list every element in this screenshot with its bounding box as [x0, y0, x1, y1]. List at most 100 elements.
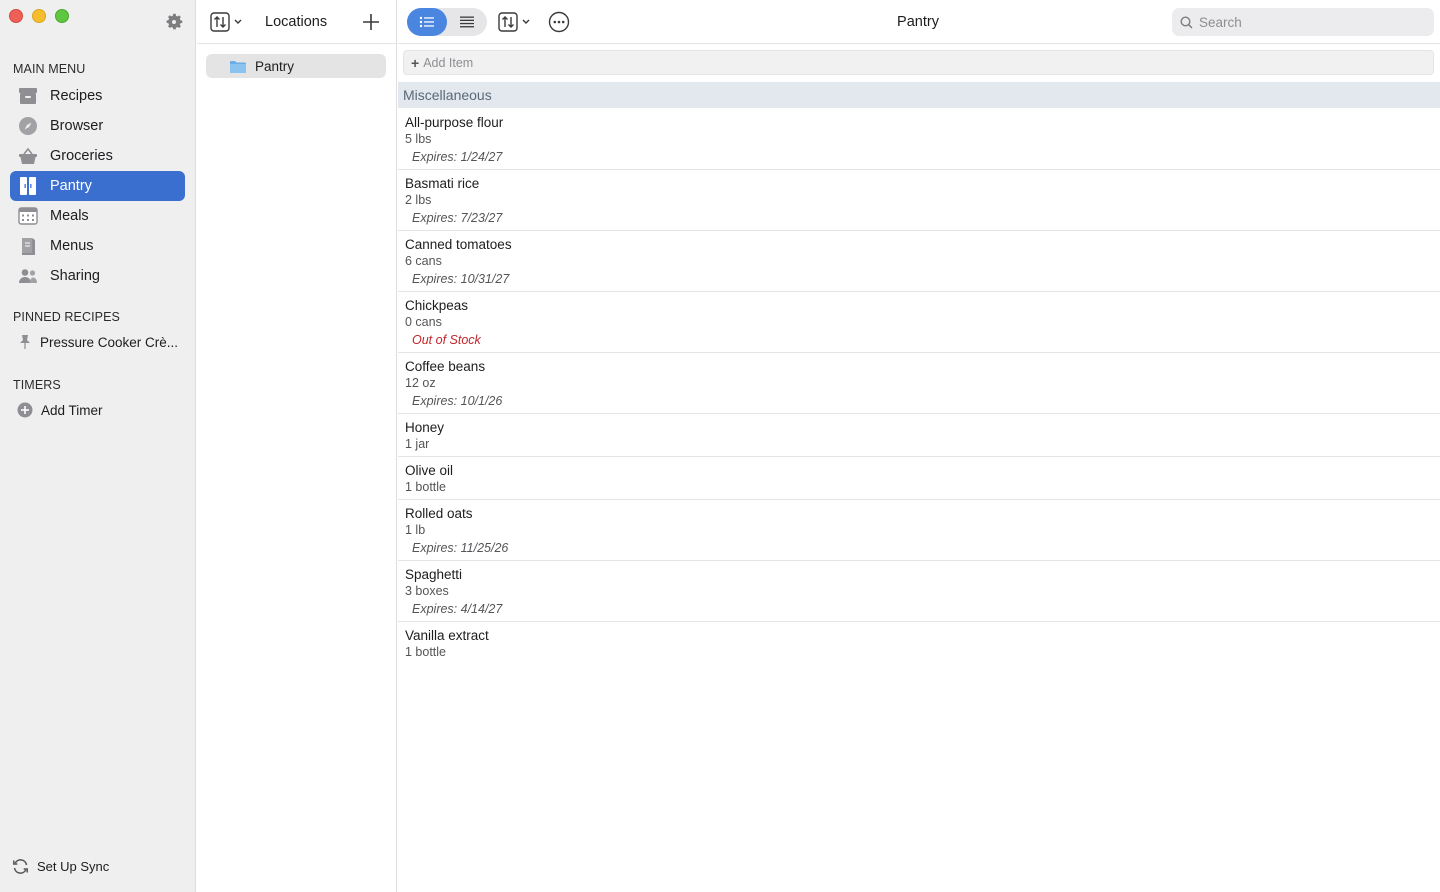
- toolbar: Pantry: [398, 0, 1440, 44]
- sync-icon: [12, 858, 29, 875]
- timers-heading: TIMERS: [13, 378, 61, 392]
- basket-icon: [18, 146, 38, 166]
- main-menu-heading: MAIN MENU: [13, 62, 86, 76]
- add-item-field[interactable]: + Add Item: [403, 50, 1434, 75]
- chevron-down-icon: [234, 19, 242, 25]
- item-quantity: 1 lb: [405, 523, 426, 537]
- item-name: Basmati rice: [405, 176, 480, 191]
- sidebar-item-label: Pantry: [50, 178, 92, 194]
- pinned-recipe-item[interactable]: Pressure Cooker Crè...: [10, 330, 185, 354]
- more-options-icon[interactable]: [548, 11, 570, 33]
- add-timer-label: Add Timer: [41, 402, 103, 418]
- item-quantity: 2 lbs: [405, 193, 432, 207]
- folder-icon: [230, 60, 246, 73]
- locations-sort-button[interactable]: [210, 12, 242, 32]
- compass-icon: [18, 116, 38, 136]
- gear-icon[interactable]: [163, 11, 185, 33]
- item-expiration: Expires: 10/31/27: [412, 272, 510, 286]
- minimize-window-button[interactable]: [32, 9, 46, 23]
- sidebar-item-meals[interactable]: Meals: [10, 201, 185, 231]
- compact-list-view-button[interactable]: [447, 8, 487, 36]
- item-quantity: 12 oz: [405, 376, 436, 390]
- search-field[interactable]: [1172, 8, 1434, 36]
- sidebar-item-label: Browser: [50, 118, 104, 134]
- set-up-sync-button[interactable]: Set Up Sync: [12, 858, 109, 875]
- close-window-button[interactable]: [9, 9, 23, 23]
- item-name: Vanilla extract: [405, 628, 489, 643]
- item-quantity: 1 bottle: [405, 480, 447, 494]
- item-quantity: 1 jar: [405, 437, 430, 451]
- sync-label: Set Up Sync: [37, 859, 110, 874]
- location-item-pantry[interactable]: Pantry: [206, 54, 386, 78]
- item-name: Spaghetti: [405, 567, 463, 582]
- item-quantity: 0 cans: [405, 315, 442, 329]
- pantry-item-row[interactable]: Canned tomatoes 6 cans Expires: 10/31/27: [398, 231, 1440, 292]
- location-label: Pantry: [255, 58, 295, 74]
- calendar-icon: [18, 206, 38, 226]
- plus-circle-icon: [17, 402, 33, 418]
- sidebar: MAIN MENU Recipes Browser Groceries Pant…: [0, 0, 196, 892]
- view-mode-segmented-control: [407, 8, 487, 36]
- sidebar-item-groceries[interactable]: Groceries: [10, 141, 185, 171]
- pinned-recipe-label: Pressure Cooker Crè...: [40, 334, 179, 350]
- sort-icon: [498, 12, 518, 32]
- sidebar-item-label: Meals: [50, 208, 89, 224]
- sidebar-item-label: Sharing: [50, 268, 100, 284]
- pantry-cabinet-icon: [18, 176, 38, 196]
- section-header: Miscellaneous: [398, 82, 1440, 108]
- sidebar-item-pantry[interactable]: Pantry: [10, 171, 185, 201]
- items-sort-button[interactable]: [498, 12, 530, 32]
- chevron-down-icon: [522, 19, 530, 25]
- pantry-item-row[interactable]: Rolled oats 1 lb Expires: 11/25/26: [398, 500, 1440, 561]
- item-quantity: 3 boxes: [405, 584, 449, 598]
- section-title: Miscellaneous: [403, 87, 492, 103]
- item-name: Rolled oats: [405, 506, 473, 521]
- item-quantity: 6 cans: [405, 254, 442, 268]
- people-icon: [18, 266, 38, 286]
- item-quantity: 1 bottle: [405, 645, 447, 659]
- pantry-item-row[interactable]: Olive oil 1 bottle: [398, 457, 1440, 500]
- pantry-item-row[interactable]: Chickpeas 0 cans Out of Stock: [398, 292, 1440, 353]
- sidebar-item-label: Menus: [50, 238, 94, 254]
- detailed-list-view-button[interactable]: [407, 8, 447, 36]
- item-expiration: Expires: 11/25/26: [412, 541, 509, 555]
- item-expiration: Expires: 10/1/26: [412, 394, 503, 408]
- item-expiration: Expires: 4/14/27: [412, 602, 503, 616]
- list-lines-icon: [460, 16, 474, 28]
- add-location-icon[interactable]: [361, 12, 381, 32]
- sidebar-item-menus[interactable]: Menus: [10, 231, 185, 261]
- pantry-item-row[interactable]: Basmati rice 2 lbs Expires: 7/23/27: [398, 170, 1440, 231]
- sort-icon: [210, 12, 230, 32]
- locations-header: Locations: [197, 0, 397, 44]
- locations-title: Locations: [265, 14, 328, 30]
- sidebar-item-recipes[interactable]: Recipes: [10, 81, 185, 111]
- item-name: All-purpose flour: [405, 115, 504, 130]
- item-name: Olive oil: [405, 463, 454, 478]
- pantry-item-row[interactable]: Honey 1 jar: [398, 414, 1440, 457]
- menu-book-icon: [18, 236, 38, 256]
- item-expiration: Expires: 7/23/27: [412, 211, 503, 225]
- item-name: Honey: [405, 420, 445, 435]
- recipes-box-icon: [18, 86, 38, 106]
- list-bullet-icon: [419, 16, 435, 28]
- page-title: Pantry: [897, 14, 939, 30]
- item-expiration: Expires: 1/24/27: [412, 150, 503, 164]
- sidebar-item-sharing[interactable]: Sharing: [10, 261, 185, 291]
- sidebar-item-browser[interactable]: Browser: [10, 111, 185, 141]
- pantry-item-row[interactable]: All-purpose flour 5 lbs Expires: 1/24/27: [398, 109, 1440, 170]
- search-input[interactable]: [1199, 14, 1419, 30]
- plus-icon: +: [411, 54, 420, 71]
- pantry-item-row[interactable]: Vanilla extract 1 bottle: [398, 622, 1440, 665]
- sidebar-item-label: Groceries: [50, 148, 113, 164]
- item-name: Chickpeas: [405, 298, 469, 313]
- item-name: Canned tomatoes: [405, 237, 512, 252]
- item-name: Coffee beans: [405, 359, 486, 374]
- zoom-window-button[interactable]: [55, 9, 69, 23]
- pin-icon: [19, 334, 31, 350]
- add-timer-button[interactable]: Add Timer: [10, 398, 185, 422]
- search-icon: [1180, 15, 1193, 29]
- add-item-label: Add Item: [423, 55, 474, 70]
- main-content: Pantry + Add Item Miscellaneous All-purp…: [398, 0, 1440, 892]
- pantry-item-row[interactable]: Coffee beans 12 oz Expires: 10/1/26: [398, 353, 1440, 414]
- pantry-item-row[interactable]: Spaghetti 3 boxes Expires: 4/14/27: [398, 561, 1440, 622]
